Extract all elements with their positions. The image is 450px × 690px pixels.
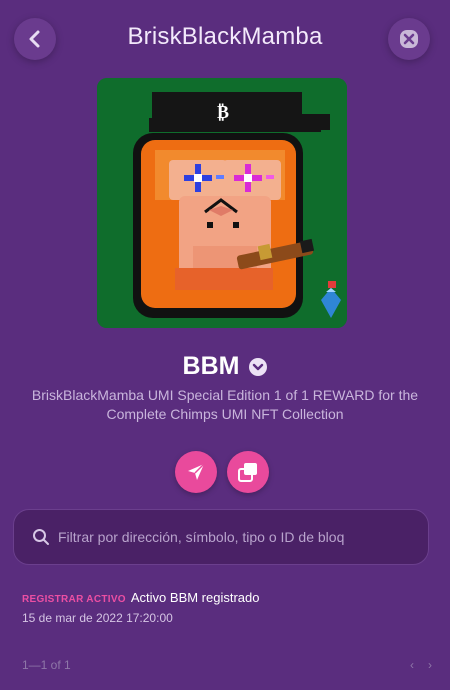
pagination-controls: ‹ › — [410, 658, 432, 672]
copy-button[interactable] — [227, 451, 269, 493]
pagination-range: 1—1 of 1 — [22, 658, 71, 672]
search-bar — [13, 509, 429, 565]
close-icon — [400, 30, 418, 48]
asset-description: BriskBlackMamba UMI Special Edition 1 of… — [31, 387, 419, 422]
activity-text: Activo BBM registrado — [130, 590, 260, 605]
header: BriskBlackMamba — [0, 0, 450, 80]
copy-icon — [238, 463, 257, 482]
asset-symbol: BBM — [182, 352, 240, 380]
search-input[interactable] — [58, 529, 408, 545]
asset-dropdown-button[interactable] — [249, 357, 268, 376]
next-page-button[interactable]: › — [428, 658, 432, 672]
pagination: 1—1 of 1 ‹ › — [22, 656, 432, 674]
back-arrow-icon — [29, 30, 40, 48]
send-icon — [188, 463, 205, 480]
chevron-down-icon — [253, 363, 264, 370]
activity-list: REGISTRAR ACTIVO Activo BBM registrado 1… — [22, 590, 432, 625]
svg-text:₿: ₿ — [217, 102, 229, 123]
page-title: BriskBlackMamba — [127, 23, 323, 50]
activity-line: REGISTRAR ACTIVO Activo BBM registrado — [22, 590, 432, 605]
asset-name-row: BBM — [0, 352, 450, 381]
back-button[interactable] — [14, 18, 56, 60]
prev-page-button[interactable]: ‹ — [410, 658, 414, 672]
search-icon — [33, 529, 49, 545]
list-item[interactable]: REGISTRAR ACTIVO Activo BBM registrado 1… — [22, 590, 432, 625]
pixel-chimp-nft: ₿ — [97, 78, 347, 328]
send-button[interactable] — [175, 451, 217, 493]
activity-date: 15 de mar de 2022 17:20:00 — [22, 611, 173, 625]
close-button[interactable] — [388, 18, 430, 60]
activity-type-badge: REGISTRAR ACTIVO — [22, 594, 126, 605]
nft-image: ₿ — [97, 78, 347, 328]
